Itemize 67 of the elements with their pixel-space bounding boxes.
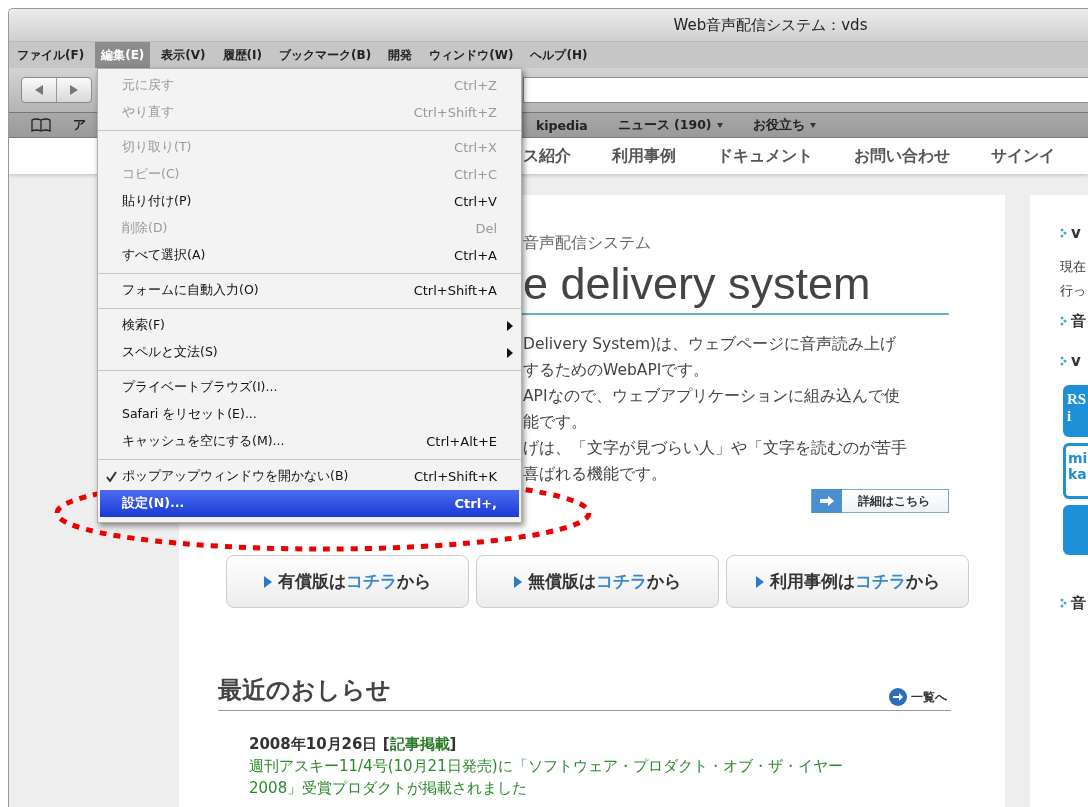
paragraph-line: 能です。 <box>523 412 587 433</box>
menu-item[interactable]: ポップアップウィンドウを開かない(B) Ctrl+Shift+K <box>100 463 519 490</box>
menu-item[interactable]: Safari をリセット(E)... <box>100 401 519 428</box>
banner-text: RS <box>1067 391 1088 408</box>
triangle-icon <box>514 575 522 588</box>
news-text: 2008」受賞プロダクトが掲載されました <box>249 778 528 799</box>
menu-title[interactable]: 開発 <box>382 42 419 68</box>
chevron-icon <box>1060 316 1068 326</box>
nav-link[interactable]: お問い合わせ <box>854 145 950 167</box>
banner-text: i <box>1067 408 1073 425</box>
menu-item[interactable]: スペルと文法(S) <box>100 339 519 366</box>
menu-item[interactable]: すべて選択(A) Ctrl+A <box>100 242 519 269</box>
menu-item[interactable]: キャッシュを空にする(M)... Ctrl+Alt+E <box>100 428 519 455</box>
chevron-icon <box>1060 356 1068 366</box>
menu-title[interactable]: ブックマーク(B) <box>273 42 378 68</box>
section-heading: 最近のおしらせ <box>218 675 391 706</box>
details-button[interactable]: 詳細はこちら <box>811 489 949 513</box>
menu-title[interactable]: ファイル(F) <box>11 42 91 68</box>
paragraph-line: APIなので、ウェブアプリケーションに組み込んで使 <box>523 386 900 407</box>
chevron-icon <box>1060 228 1068 238</box>
bookmark-item[interactable]: お役立ち <box>752 116 816 134</box>
menu-item[interactable]: フォームに自動入力(O) Ctrl+Shift+A <box>100 277 519 304</box>
triangle-icon <box>755 575 764 588</box>
sidebar-heading: v <box>1071 352 1081 370</box>
back-icon[interactable] <box>34 85 44 95</box>
menu-title[interactable]: ヘルプ(H) <box>524 42 594 68</box>
nav-link[interactable]: ドキュメント <box>717 145 813 167</box>
paragraph-line: するためのWebAPIです。 <box>523 360 710 381</box>
paragraph-line: Delivery System)は、ウェブページに音声読み上げ <box>523 334 897 355</box>
bookmark-item[interactable]: ア <box>73 116 86 134</box>
menu-title[interactable]: 表示(V) <box>155 42 212 68</box>
sidebar-heading: 音 <box>1071 311 1087 331</box>
triangle-icon <box>264 575 272 588</box>
menu-title[interactable]: 履歴(I) <box>216 42 269 68</box>
paragraph-line: 喜ばれる機能です。 <box>523 464 667 485</box>
address-field[interactable] <box>523 77 1088 103</box>
menu-title[interactable]: ウィンドウ(W) <box>423 42 520 68</box>
nav-link[interactable]: 利用事例 <box>612 145 676 167</box>
sidebar-heading: 音 <box>1071 593 1087 613</box>
window-title: Web音声配信システム：vds <box>673 15 868 35</box>
hero-subtitle: 音声配信システム <box>523 233 651 252</box>
news-date: 2008年10月26日 [記事掲載] <box>249 734 458 755</box>
chevron-icon <box>1060 598 1068 608</box>
sidebar-heading: v <box>1071 224 1081 242</box>
nav-link[interactable]: ス紹介 <box>523 145 571 167</box>
banner-text: ka <box>1068 466 1088 482</box>
news-text: 週刊アスキー11/4号(10月21日発売)に「ソフトウェア・プロダクト・オブ・ザ・イヤー <box>249 756 843 777</box>
arrow-icon <box>820 496 834 506</box>
nav-link[interactable]: サインイ <box>991 145 1055 167</box>
forward-icon[interactable] <box>69 85 79 95</box>
sidebar-text: 現在 <box>1060 258 1088 276</box>
arrow-circle-icon <box>889 688 907 706</box>
sidebar-text: 行っ <box>1060 282 1088 300</box>
menu-item[interactable]: 貼り付け(P) Ctrl+V <box>100 188 519 215</box>
link-button[interactable]: 利用事例はコチラから <box>726 555 969 608</box>
menu-item[interactable]: 設定(N)... Ctrl+, <box>100 490 519 517</box>
link-button[interactable]: 有償版はコチラから <box>226 555 469 608</box>
bookmark-item[interactable]: kipedia <box>536 117 588 133</box>
link-button[interactable]: 無償版はコチラから <box>476 555 719 608</box>
more-link[interactable]: 一覧へ <box>889 688 947 706</box>
bookmark-item[interactable]: ニュース (190) <box>617 116 723 134</box>
book-icon[interactable] <box>31 118 51 132</box>
hero-title: e delivery system <box>523 259 871 309</box>
menu-item[interactable]: 検索(F) <box>100 312 519 339</box>
banner-text: mi <box>1068 450 1088 466</box>
menu-item[interactable]: プライベートブラウズ(I)... <box>100 374 519 401</box>
paragraph-line: げは、「文字が見づらい人」や「文字を読むのが苦手 <box>523 438 907 459</box>
